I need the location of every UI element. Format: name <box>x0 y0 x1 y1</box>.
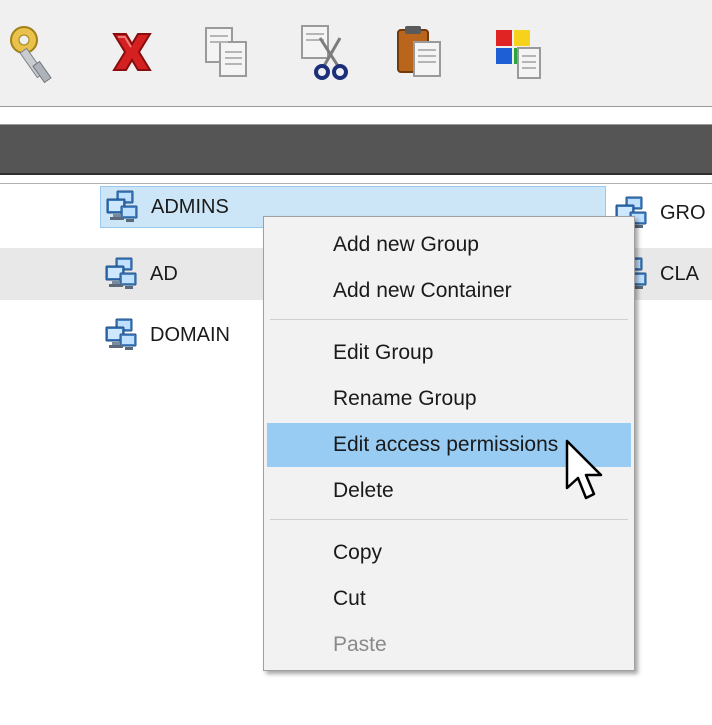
menu-item-rename-group[interactable]: Rename Group <box>267 377 631 421</box>
copy-icon <box>205 27 247 77</box>
mouse-pointer-icon <box>565 439 603 500</box>
menu-item-edit-group[interactable]: Edit Group <box>267 331 631 375</box>
item-label: CLA <box>660 262 699 285</box>
menu-separator <box>270 519 628 520</box>
item-label: AD <box>150 262 178 285</box>
list-item-domain[interactable]: DOMAIN <box>104 314 230 356</box>
keys-button[interactable] <box>2 20 66 84</box>
properties-button[interactable] <box>488 20 552 84</box>
properties-icon <box>496 30 541 79</box>
toolbar-divider <box>0 107 712 125</box>
item-label: ADMINS <box>151 195 229 218</box>
keys-icon <box>10 26 52 84</box>
menu-item-paste: Paste <box>333 633 387 656</box>
menu-item-copy[interactable]: Copy <box>267 531 631 575</box>
item-label: GRO <box>660 201 706 224</box>
menu-separator <box>270 319 628 320</box>
cut-button[interactable] <box>292 20 356 84</box>
copy-button[interactable] <box>196 20 260 84</box>
menu-item-cut[interactable]: Cut <box>267 577 631 621</box>
group-icon <box>105 189 141 225</box>
paste-button[interactable] <box>388 20 452 84</box>
delete-button[interactable] <box>100 20 164 84</box>
cut-icon <box>301 25 348 80</box>
menu-item-add-new-group[interactable]: Add new Group <box>267 223 631 267</box>
item-label: DOMAIN <box>150 323 230 346</box>
menu-item-add-new-container[interactable]: Add new Container <box>267 269 631 313</box>
delete-icon <box>112 33 152 71</box>
toolbar <box>0 0 712 107</box>
list-header-bar <box>0 125 712 175</box>
header-divider <box>0 175 712 184</box>
group-icon <box>104 317 140 353</box>
group-icon <box>104 256 140 292</box>
paste-icon <box>397 26 441 77</box>
list-item-ad[interactable]: AD <box>104 253 178 295</box>
